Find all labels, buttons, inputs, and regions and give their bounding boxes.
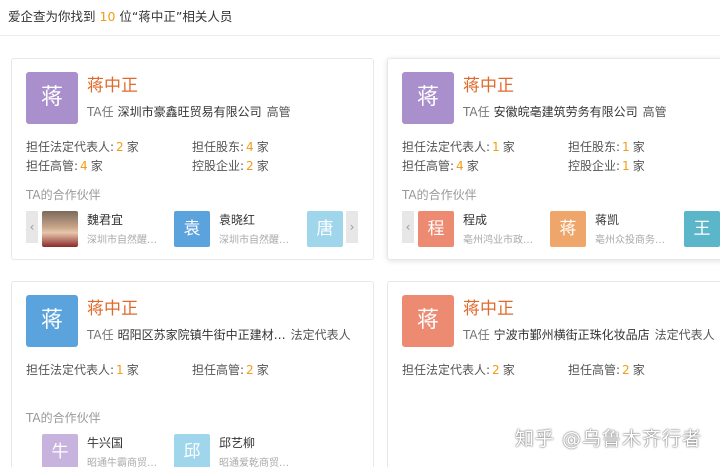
stat-shareholder: 担任股东: 1 家 xyxy=(568,140,645,154)
partner-avatar: 袁 xyxy=(174,211,210,247)
stat-executive: 担任高管: 2 家 xyxy=(568,363,645,377)
stat-legal-rep: 担任法定代表人: 2 家 xyxy=(26,140,139,154)
partner-avatar: 邱 xyxy=(174,434,210,467)
stat-executive: 担任高管: 2 家 xyxy=(192,363,269,377)
watermark: 知乎 @乌鲁木齐行者 xyxy=(514,428,702,450)
partner-avatar: 王 xyxy=(684,211,720,247)
person-role: TA任 安徽皖亳建筑劳务有限公司 高管 xyxy=(463,103,667,120)
role-prefix: TA任 xyxy=(87,105,114,119)
partner-company: 亳州众投商务… xyxy=(595,235,665,246)
partner-item[interactable]: 牛 牛兴国 昭通牛霸商贸… xyxy=(42,434,182,467)
partner-name: 程成 xyxy=(463,213,488,227)
partner-company: 深圳市自然醒… xyxy=(219,235,289,246)
role-prefix: TA任 xyxy=(87,328,114,342)
partners-title: TA的合作伙伴 xyxy=(402,188,477,202)
partner-name: 袁晓红 xyxy=(219,213,256,227)
partner-avatar: 唐 xyxy=(307,211,343,247)
partner-company: 昭通爱乾商贸… xyxy=(219,458,289,467)
partner-item[interactable]: 袁 袁晓红 深圳市自然醒… xyxy=(174,211,314,251)
stat-shareholder: 担任股东: 4 家 xyxy=(192,140,269,154)
result-count: 10 xyxy=(99,9,116,24)
person-avatar: 蒋 xyxy=(26,72,78,124)
stat-legal-rep: 担任法定代表人: 1 家 xyxy=(402,140,515,154)
company-link[interactable]: 深圳市豪鑫旺贸易有限公司 xyxy=(118,105,262,119)
partner-company: 亳州鸿业市政… xyxy=(463,235,533,246)
person-card[interactable]: 蒋 蒋中正 TA任 安徽皖亳建筑劳务有限公司 高管 担任法定代表人: 1 家 担任股东:… xyxy=(387,58,720,260)
partner-item[interactable]: 魏君宜 深圳市自然醒… xyxy=(42,211,182,251)
person-avatar: 蒋 xyxy=(402,72,454,124)
partner-name: 蒋凯 xyxy=(595,213,620,227)
search-result-summary: 爱企查为你找到 10 位“蒋中正”相关人员 xyxy=(0,0,720,36)
person-name[interactable]: 蒋中正 xyxy=(87,294,138,319)
partner-name: 邱艺柳 xyxy=(219,436,256,450)
partner-photo-avatar xyxy=(42,211,78,247)
stat-legal-rep: 担任法定代表人: 2 家 xyxy=(402,363,515,377)
person-role: TA任 宁波市鄞州横街正珠化妆品店 法定代表人 xyxy=(463,326,715,343)
company-link[interactable]: 昭阳区苏家院镇牛街中正建材… xyxy=(118,328,286,342)
partner-name: 牛兴国 xyxy=(87,436,124,450)
partners-prev-arrow[interactable]: ‹ xyxy=(402,211,414,243)
person-avatar: 蒋 xyxy=(26,295,78,347)
partner-company: 深圳市自然醒… xyxy=(87,235,157,246)
role-title: 高管 xyxy=(266,105,291,119)
partners-title: TA的合作伙伴 xyxy=(26,411,101,425)
person-card[interactable]: 蒋 蒋中正 TA任 深圳市豪鑫旺贸易有限公司 高管 担任法定代表人: 2 家 担任股东:… xyxy=(11,58,374,260)
person-name[interactable]: 蒋中正 xyxy=(463,71,514,96)
stat-executive: 担任高管: 4 家 xyxy=(26,159,103,173)
partner-avatar: 蒋 xyxy=(550,211,586,247)
partner-company: 昭通牛霸商贸… xyxy=(87,458,157,467)
company-link[interactable]: 宁波市鄞州横街正珠化妆品店 xyxy=(494,328,650,342)
person-avatar: 蒋 xyxy=(402,295,454,347)
partner-item[interactable]: 邱 邱艺柳 昭通爱乾商贸… xyxy=(174,434,314,467)
role-title: 法定代表人 xyxy=(290,328,351,342)
person-role: TA任 深圳市豪鑫旺贸易有限公司 高管 xyxy=(87,103,291,120)
partner-item[interactable]: 王 xyxy=(684,211,720,251)
company-link[interactable]: 安徽皖亳建筑劳务有限公司 xyxy=(494,105,638,119)
role-title: 高管 xyxy=(642,105,667,119)
partner-avatar: 牛 xyxy=(42,434,78,467)
stat-legal-rep: 担任法定代表人: 1 家 xyxy=(26,363,139,377)
summary-prefix: 爱企查为你找到 xyxy=(8,9,96,24)
partners-next-arrow[interactable]: › xyxy=(346,211,358,243)
partner-item[interactable]: 程 程成 亳州鸿业市政… xyxy=(418,211,558,251)
role-prefix: TA任 xyxy=(463,105,490,119)
partner-avatar: 程 xyxy=(418,211,454,247)
partners-title: TA的合作伙伴 xyxy=(26,188,101,202)
person-card[interactable]: 蒋 蒋中正 TA任 昭阳区苏家院镇牛街中正建材… 法定代表人 担任法定代表人: 1 家 … xyxy=(11,281,374,467)
partner-item[interactable]: 蒋 蒋凯 亳州众投商务… xyxy=(550,211,690,251)
stat-holding: 控股企业: 2 家 xyxy=(192,159,269,173)
person-name[interactable]: 蒋中正 xyxy=(87,71,138,96)
stat-executive: 担任高管: 4 家 xyxy=(402,159,479,173)
role-title: 法定代表人 xyxy=(654,328,715,342)
partner-name: 魏君宜 xyxy=(87,213,124,227)
role-prefix: TA任 xyxy=(463,328,490,342)
stat-holding: 控股企业: 1 家 xyxy=(568,159,645,173)
summary-suffix: 位“蒋中正”相关人员 xyxy=(119,9,233,24)
person-name[interactable]: 蒋中正 xyxy=(463,294,514,319)
person-role: TA任 昭阳区苏家院镇牛街中正建材… 法定代表人 xyxy=(87,326,351,343)
partners-prev-arrow[interactable]: ‹ xyxy=(26,211,38,243)
